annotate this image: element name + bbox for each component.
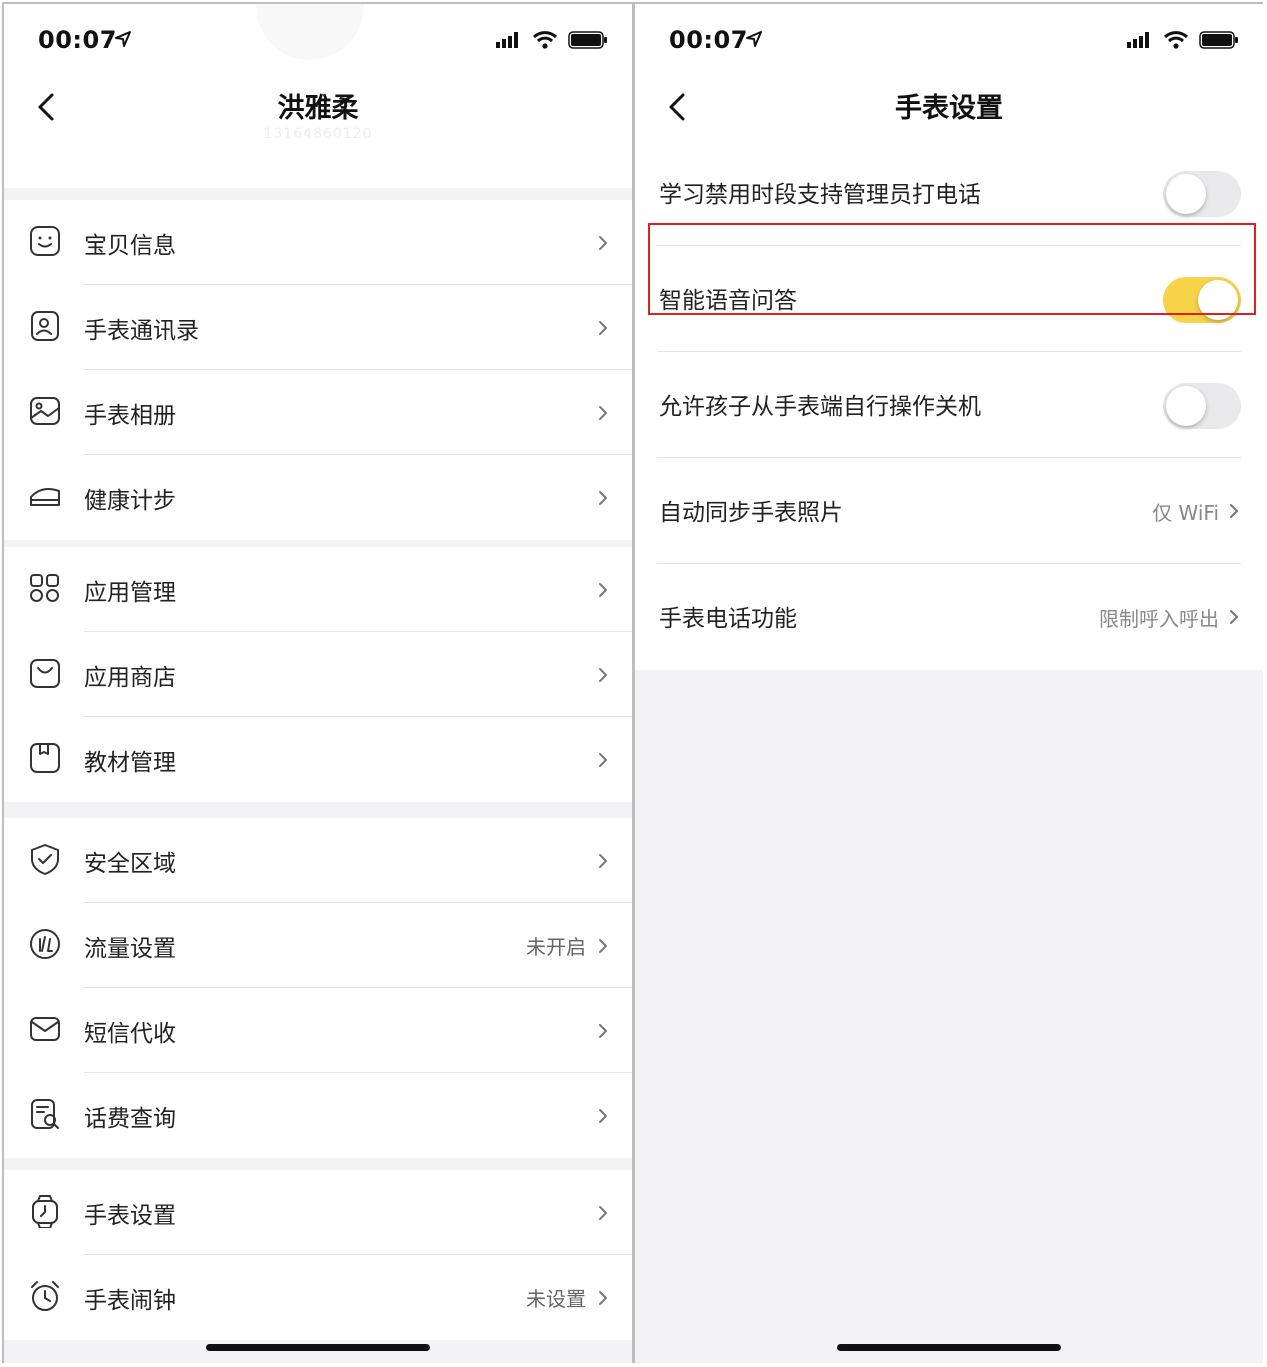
setting-label: 手表电话功能 bbox=[659, 606, 797, 632]
menu-item-label: 手表通讯录 bbox=[84, 317, 199, 344]
book-icon bbox=[28, 739, 62, 777]
menu-group: 手表设置手表闹钟 未设置 bbox=[4, 1170, 632, 1340]
setting-value: 仅 WiFi bbox=[1152, 501, 1219, 525]
setting-value: 限制呼入呼出 bbox=[1099, 607, 1219, 631]
health-steps-icon bbox=[28, 477, 62, 515]
status-time: 00:07 bbox=[669, 26, 748, 54]
right-screen: 00:07 手表设置 学习禁用时段支持管理员打电话 智能语音问答允许孩子从手表端自… bbox=[635, 4, 1263, 1363]
chevron-right-icon bbox=[599, 853, 607, 868]
signal-icon bbox=[496, 32, 518, 48]
mail-icon bbox=[28, 1010, 62, 1048]
setting-label: 自动同步手表照片 bbox=[659, 500, 843, 526]
menu-item-value: 未开启 bbox=[526, 935, 586, 959]
watch-icon bbox=[28, 1192, 62, 1230]
chevron-right-icon bbox=[599, 752, 607, 767]
chevron-right-icon bbox=[599, 490, 607, 505]
setting-link-row[interactable]: 手表电话功能 限制呼入呼出 bbox=[635, 564, 1263, 670]
menu-item[interactable]: 手表设置 bbox=[4, 1170, 632, 1255]
menu-item[interactable]: 安全区域 bbox=[4, 818, 632, 903]
menu-item-label: 应用管理 bbox=[84, 579, 176, 606]
setting-toggle-row: 允许孩子从手表端自行操作关机 bbox=[635, 352, 1263, 458]
menu-group: 宝贝信息手表通讯录手表相册健康计步 bbox=[4, 200, 632, 540]
left-screen: 00:07 洪雅柔 13164860120 宝贝信息手表通讯录手表相册健康计步应… bbox=[4, 4, 632, 1363]
toggle-switch[interactable] bbox=[1163, 383, 1241, 429]
setting-label: 允许孩子从手表端自行操作关机 bbox=[659, 394, 981, 420]
menu-item-label: 健康计步 bbox=[84, 487, 176, 514]
album-icon bbox=[28, 392, 62, 430]
toggle-switch[interactable] bbox=[1163, 171, 1241, 217]
menu-group: 安全区域流量设置 未开启短信代收话费查询 bbox=[4, 818, 632, 1158]
menu-item[interactable]: 应用管理 bbox=[4, 547, 632, 632]
toggle-knob bbox=[1166, 386, 1206, 426]
setting-label: 学习禁用时段支持管理员打电话 bbox=[659, 182, 981, 208]
location-arrow-icon bbox=[115, 31, 131, 47]
chevron-right-icon bbox=[599, 1290, 607, 1305]
face-icon bbox=[28, 222, 62, 260]
menu-item[interactable]: 手表通讯录 bbox=[4, 285, 632, 370]
setting-toggle-row: 智能语音问答 bbox=[635, 246, 1263, 352]
data-usage-icon bbox=[28, 925, 62, 963]
chevron-right-icon bbox=[599, 405, 607, 420]
page-title: 洪雅柔 bbox=[277, 93, 359, 124]
chevron-right-icon bbox=[599, 320, 607, 335]
menu-item-label: 宝贝信息 bbox=[84, 232, 176, 259]
menu-item-value: 未设置 bbox=[526, 1287, 586, 1311]
menu-item-label: 短信代收 bbox=[84, 1020, 176, 1047]
menu-item-label: 手表闹钟 bbox=[84, 1287, 176, 1314]
battery-icon bbox=[568, 31, 607, 49]
menu-item-label: 安全区域 bbox=[84, 850, 176, 877]
phone-number: 13164860120 bbox=[263, 126, 373, 142]
nav-bar: 洪雅柔 13164860120 bbox=[4, 64, 632, 154]
menu-item-label: 教材管理 bbox=[84, 749, 176, 776]
setting-label: 智能语音问答 bbox=[659, 288, 797, 314]
chevron-right-icon bbox=[599, 1108, 607, 1123]
wifi-icon bbox=[1163, 31, 1189, 49]
menu-item[interactable]: 应用商店 bbox=[4, 632, 632, 717]
page-title: 手表设置 bbox=[895, 93, 1003, 124]
menu-item-label: 手表相册 bbox=[84, 402, 176, 429]
menu-item[interactable]: 教材管理 bbox=[4, 717, 632, 802]
menu-item-label: 手表设置 bbox=[84, 1202, 176, 1229]
location-arrow-icon bbox=[746, 31, 762, 47]
menu-group: 应用管理应用商店教材管理 bbox=[4, 547, 632, 802]
menu-item[interactable]: 短信代收 bbox=[4, 988, 632, 1073]
menu-item-label: 话费查询 bbox=[84, 1105, 176, 1132]
menu-item-label: 应用商店 bbox=[84, 664, 176, 691]
home-indicator bbox=[206, 1344, 430, 1351]
menu-item[interactable]: 手表闹钟 未设置 bbox=[4, 1255, 632, 1340]
shield-icon bbox=[28, 840, 62, 878]
status-time: 00:07 bbox=[38, 26, 117, 54]
apps-grid-icon bbox=[28, 569, 62, 607]
contacts-icon bbox=[28, 307, 62, 345]
battery-icon bbox=[1199, 31, 1238, 49]
chevron-right-icon bbox=[599, 582, 607, 597]
menu-item[interactable]: 话费查询 bbox=[4, 1073, 632, 1158]
chevron-right-icon bbox=[599, 1205, 607, 1220]
signal-icon bbox=[1127, 32, 1149, 48]
menu-item[interactable]: 手表相册 bbox=[4, 370, 632, 455]
chevron-right-icon bbox=[1230, 504, 1238, 518]
toggle-knob bbox=[1198, 280, 1238, 320]
menu-item[interactable]: 健康计步 bbox=[4, 455, 632, 540]
toggle-switch[interactable] bbox=[1163, 277, 1241, 323]
chevron-right-icon bbox=[599, 667, 607, 682]
chevron-right-icon bbox=[599, 235, 607, 250]
alarm-clock-icon bbox=[28, 1277, 62, 1315]
bill-search-icon bbox=[28, 1095, 62, 1133]
menu-item-label: 流量设置 bbox=[84, 935, 176, 962]
chevron-right-icon bbox=[599, 938, 607, 953]
watch-settings-list: 学习禁用时段支持管理员打电话 智能语音问答 允许孩子从手表端自行操作关机 自动同步手表… bbox=[635, 140, 1263, 670]
menu-item[interactable]: 宝贝信息 bbox=[4, 200, 632, 285]
shopping-bag-icon bbox=[28, 654, 62, 692]
wifi-icon bbox=[532, 31, 558, 49]
setting-link-row[interactable]: 自动同步手表照片 仅 WiFi bbox=[635, 458, 1263, 564]
menu-item[interactable]: 流量设置 未开启 bbox=[4, 903, 632, 988]
chevron-right-icon bbox=[599, 1023, 607, 1038]
setting-toggle-row: 学习禁用时段支持管理员打电话 bbox=[635, 140, 1263, 246]
chevron-right-icon bbox=[1230, 610, 1238, 624]
toggle-knob bbox=[1166, 174, 1206, 214]
home-indicator bbox=[837, 1344, 1061, 1351]
